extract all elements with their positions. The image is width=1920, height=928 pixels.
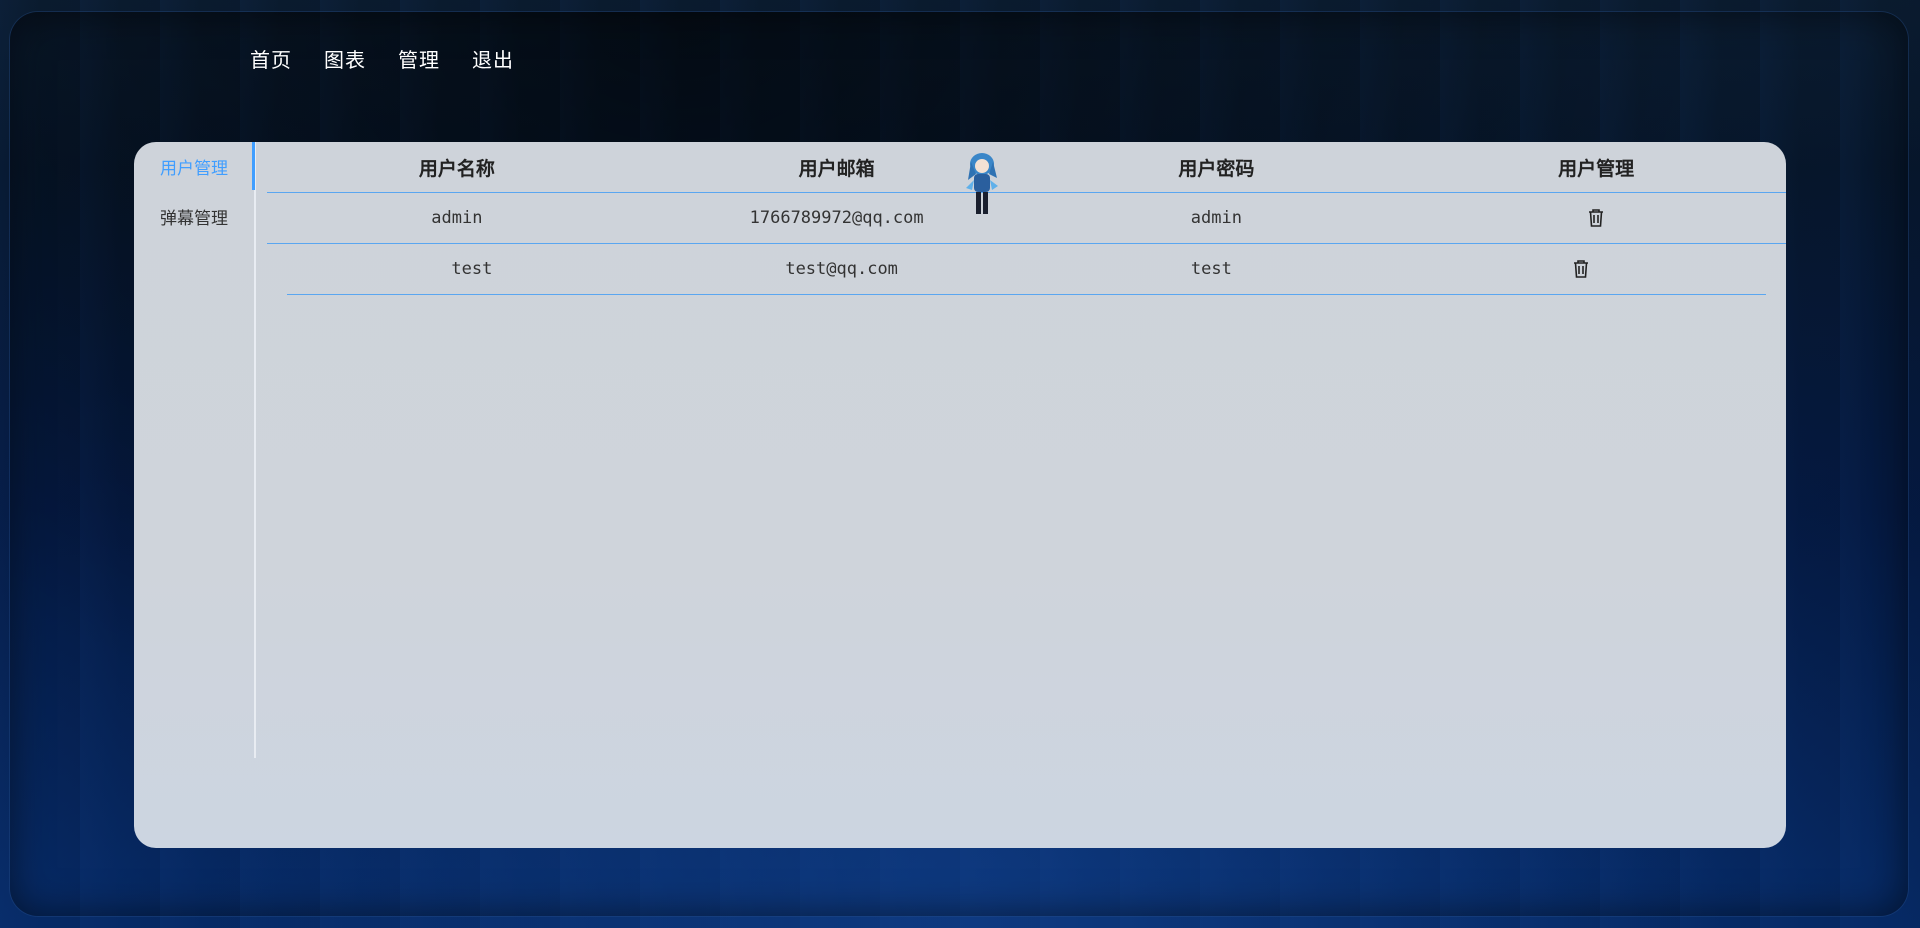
cell-username: test: [451, 259, 493, 279]
trash-icon[interactable]: [1572, 259, 1590, 279]
sidebar-menu: 用户管理 弹幕管理: [134, 142, 256, 758]
management-panel: 用户管理 弹幕管理 用户名称 用户邮箱 用户密码 用户管理 admin 1766…: [134, 142, 1786, 848]
cell-password: admin: [1190, 208, 1242, 228]
column-header-password: 用户密码: [1178, 157, 1255, 180]
nav-logout[interactable]: 退出: [472, 44, 514, 73]
table-row: test test@qq.com test: [287, 244, 1766, 295]
cell-email: test@qq.com: [785, 259, 898, 279]
cell-password: test: [1190, 259, 1232, 279]
top-nav: 首页 图表 管理 退出: [250, 44, 514, 73]
nav-manage[interactable]: 管理: [398, 44, 440, 73]
column-header-username: 用户名称: [418, 157, 495, 180]
cell-actions: [1406, 208, 1786, 228]
column-header-actions: 用户管理: [1558, 157, 1635, 180]
table-header-row: 用户名称 用户邮箱 用户密码 用户管理: [267, 142, 1786, 193]
mascot-character-image: [966, 153, 998, 214]
table-row: admin 1766789972@qq.com admin: [267, 193, 1786, 244]
nav-home[interactable]: 首页: [250, 44, 292, 73]
user-table: 用户名称 用户邮箱 用户密码 用户管理 admin 1766789972@qq.…: [267, 142, 1786, 295]
cell-actions: [1396, 259, 1766, 279]
sidebar-item-user-management[interactable]: 用户管理: [134, 142, 254, 190]
sidebar-active-indicator: [252, 142, 255, 190]
sidebar-item-danmaku-management[interactable]: 弹幕管理: [134, 192, 254, 240]
nav-charts[interactable]: 图表: [324, 44, 366, 73]
cell-username: admin: [431, 208, 483, 228]
trash-icon[interactable]: [1587, 208, 1605, 228]
